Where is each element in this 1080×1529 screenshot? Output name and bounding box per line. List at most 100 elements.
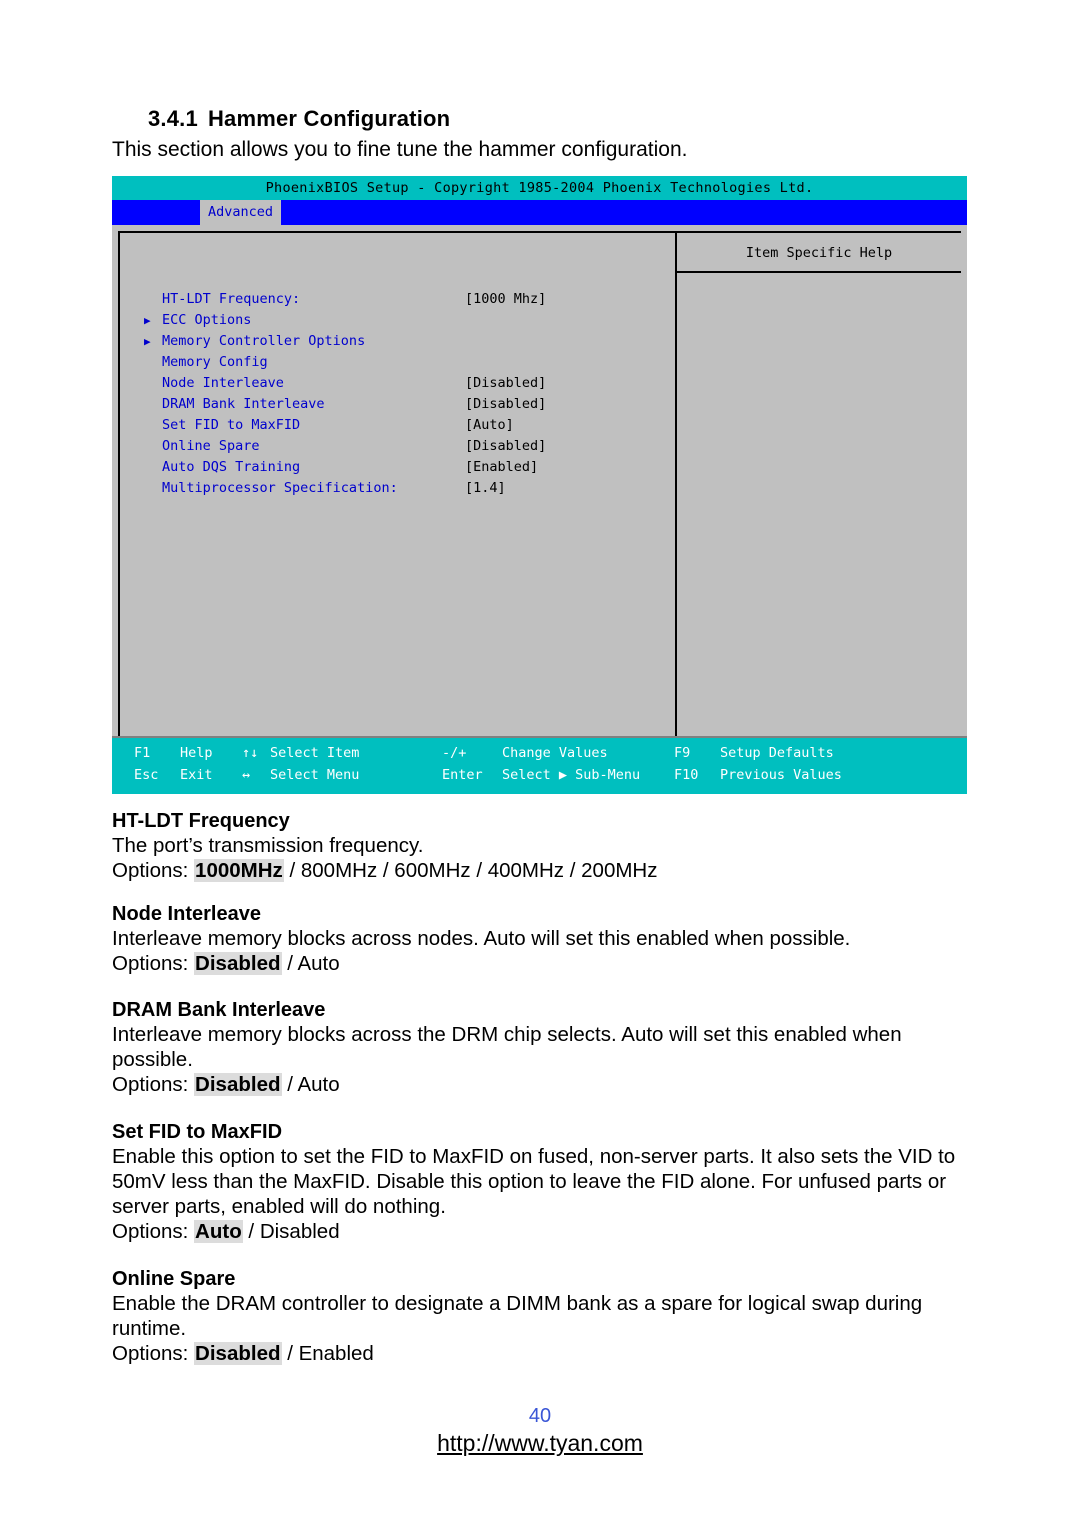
submenu-arrow-icon: ▶ [144, 314, 151, 327]
setting-heading: Node Interleave [112, 903, 261, 925]
bios-title-bar: PhoenixBIOS Setup - Copyright 1985-2004 … [112, 176, 967, 200]
bios-help-panel: Item Specific Help [677, 233, 961, 736]
bios-menu-item-value[interactable]: [Disabled] [465, 436, 546, 457]
bios-menu-item-label: Memory Config [162, 354, 268, 370]
function-key-action: Previous Values [720, 767, 842, 783]
function-key-name: Esc [134, 767, 159, 783]
bios-function-key-bar: F1 Help ↑↓ Select Item -/+ Change Values F9 Set… [112, 736, 967, 794]
function-key-action: Select Item [270, 745, 360, 761]
page-number: 40 [528, 1405, 552, 1427]
function-key-name: F9 [674, 745, 691, 761]
bios-menu-item[interactable]: DRAM Bank Interleave [Disabled] [120, 394, 675, 415]
bios-menu-item-label: Set FID to MaxFID [162, 417, 301, 433]
bios-menu-item[interactable]: Auto DQS Training [Enabled] [120, 457, 675, 478]
default-option: 1000MHz [194, 859, 284, 882]
help-panel-title: Item Specific Help [677, 233, 961, 273]
setting-description: Interleave memory blocks across nodes. A… [112, 927, 851, 950]
function-key-action: Select Menu [270, 767, 360, 783]
other-options: / Auto [281, 952, 340, 975]
options-label: Options: [112, 1073, 195, 1096]
setting-options: Options: 1000MHz / 800MHz / 600MHz / 400… [112, 858, 972, 883]
setting-options: Options: Disabled / Enabled [112, 1341, 972, 1366]
bios-menu-item-label: Node Interleave [162, 375, 284, 391]
document-page: 3.4.1 Hammer Configuration This section a… [0, 0, 1080, 1529]
bios-menu-item[interactable]: ▶ ECC Options [120, 310, 675, 331]
function-key-action: Change Values [502, 745, 608, 761]
bios-menu-list: HT-LDT Frequency: [1000 Mhz] ▶ ECC Options ▶… [120, 289, 675, 499]
default-option: Disabled [194, 952, 282, 975]
bios-body: HT-LDT Frequency: [1000 Mhz] ▶ ECC Options ▶… [112, 225, 967, 736]
default-option: Disabled [194, 1073, 282, 1096]
setting-heading: HT-LDT Frequency [112, 810, 290, 832]
function-key-name: F1 [134, 745, 151, 761]
default-option: Disabled [194, 1342, 282, 1365]
setting-block-set-fid-to-maxfid: Set FID to MaxFID Enable this option to … [112, 1121, 972, 1244]
footer-url[interactable]: http://www.tyan.com [0, 1430, 1080, 1457]
function-key-row-2: Esc Exit ↔ Select Menu Enter Select ▶ Sub-Men… [112, 764, 967, 786]
section-intro-text: This section allows you to fine tune the… [112, 138, 688, 161]
setting-block-online-spare: Online Spare Enable the DRAM controller … [112, 1268, 972, 1366]
setting-description: Enable this option to set the FID to Max… [112, 1145, 956, 1218]
setting-description: Interleave memory blocks across the DRM … [112, 1023, 902, 1071]
function-key-name: ↑↓ [242, 745, 259, 761]
bios-menu-item-label: DRAM Bank Interleave [162, 396, 325, 412]
other-options: / 800MHz / 600MHz / 400MHz / 200MHz [283, 859, 658, 882]
function-key-action: Help [180, 745, 213, 761]
other-options: / Enabled [281, 1342, 374, 1365]
options-label: Options: [112, 859, 195, 882]
options-label: Options: [112, 1342, 195, 1365]
setting-description: The port’s transmission frequency. [112, 834, 424, 857]
bios-menu-item-label: ECC Options [162, 312, 252, 328]
function-key-name: Enter [442, 767, 483, 783]
setting-options: Options: Auto / Disabled [112, 1219, 972, 1244]
function-key-name: ↔ [242, 767, 251, 783]
setting-options: Options: Disabled / Auto [112, 1072, 972, 1097]
options-label: Options: [112, 952, 195, 975]
setting-description: Enable the DRAM controller to designate … [112, 1292, 923, 1340]
setting-block-dram-bank-interleave: DRAM Bank Interleave Interleave memory b… [112, 999, 972, 1097]
bios-menu-item[interactable]: HT-LDT Frequency: [1000 Mhz] [120, 289, 675, 310]
bios-menu-item-label: HT-LDT Frequency: [162, 291, 301, 307]
submenu-arrow-icon: ▶ [144, 335, 151, 348]
bios-menu-item[interactable]: Node Interleave [Disabled] [120, 373, 675, 394]
bios-menu-item-value[interactable]: [Auto] [465, 415, 514, 436]
setting-options: Options: Disabled / Auto [112, 951, 972, 976]
bios-menu-item[interactable]: Set FID to MaxFID [Auto] [120, 415, 675, 436]
bios-menu-item-value[interactable]: [Disabled] [465, 373, 546, 394]
section-title: Hammer Configuration [207, 106, 451, 131]
bios-menu-item-label: Online Spare [162, 438, 260, 454]
bios-content-frame: HT-LDT Frequency: [1000 Mhz] ▶ ECC Options ▶… [118, 231, 961, 736]
default-option: Auto [194, 1220, 243, 1243]
setting-heading: DRAM Bank Interleave [112, 999, 326, 1021]
bios-menu-bar: Advanced [112, 200, 967, 225]
function-key-name: F10 [674, 767, 699, 783]
bios-menu-item[interactable]: ▶ Memory Controller Options [120, 331, 675, 352]
setting-heading: Online Spare [112, 1268, 236, 1290]
function-key-row-1: F1 Help ↑↓ Select Item -/+ Change Values F9 Set… [112, 742, 967, 764]
function-key-action: Setup Defaults [720, 745, 834, 761]
bios-menu-item-label: Memory Controller Options [162, 333, 366, 349]
help-panel-body [677, 273, 961, 736]
bios-menu-item-value[interactable]: [1.4] [465, 478, 506, 499]
other-options: / Auto [281, 1073, 340, 1096]
tab-advanced[interactable]: Advanced [200, 200, 282, 225]
bios-menu-item[interactable]: Online Spare [Disabled] [120, 436, 675, 457]
setting-block-ht-ldt-frequency: HT-LDT Frequency The port’s transmission… [112, 810, 972, 883]
bios-menu-item-label: Multiprocessor Specification: [162, 480, 398, 496]
bios-setup-screen: PhoenixBIOS Setup - Copyright 1985-2004 … [112, 176, 967, 794]
bios-menu-item-label: Auto DQS Training [162, 459, 301, 475]
function-key-action: Exit [180, 767, 213, 783]
bios-menu-item-value[interactable]: [1000 Mhz] [465, 289, 546, 310]
options-label: Options: [112, 1220, 195, 1243]
setting-heading: Set FID to MaxFID [112, 1121, 283, 1143]
section-number: 3.4.1 [148, 106, 198, 131]
bios-menu-item[interactable]: Multiprocessor Specification: [1.4] [120, 478, 675, 499]
other-options: / Disabled [242, 1220, 340, 1243]
function-key-name: -/+ [442, 745, 467, 761]
page-title: 3.4.1 Hammer Configuration [148, 106, 450, 132]
bios-settings-panel: HT-LDT Frequency: [1000 Mhz] ▶ ECC Options ▶… [120, 233, 677, 736]
bios-menu-item[interactable]: Memory Config [120, 352, 675, 373]
bios-menu-item-value[interactable]: [Enabled] [465, 457, 538, 478]
setting-block-node-interleave: Node Interleave Interleave memory blocks… [112, 903, 972, 976]
bios-menu-item-value[interactable]: [Disabled] [465, 394, 546, 415]
